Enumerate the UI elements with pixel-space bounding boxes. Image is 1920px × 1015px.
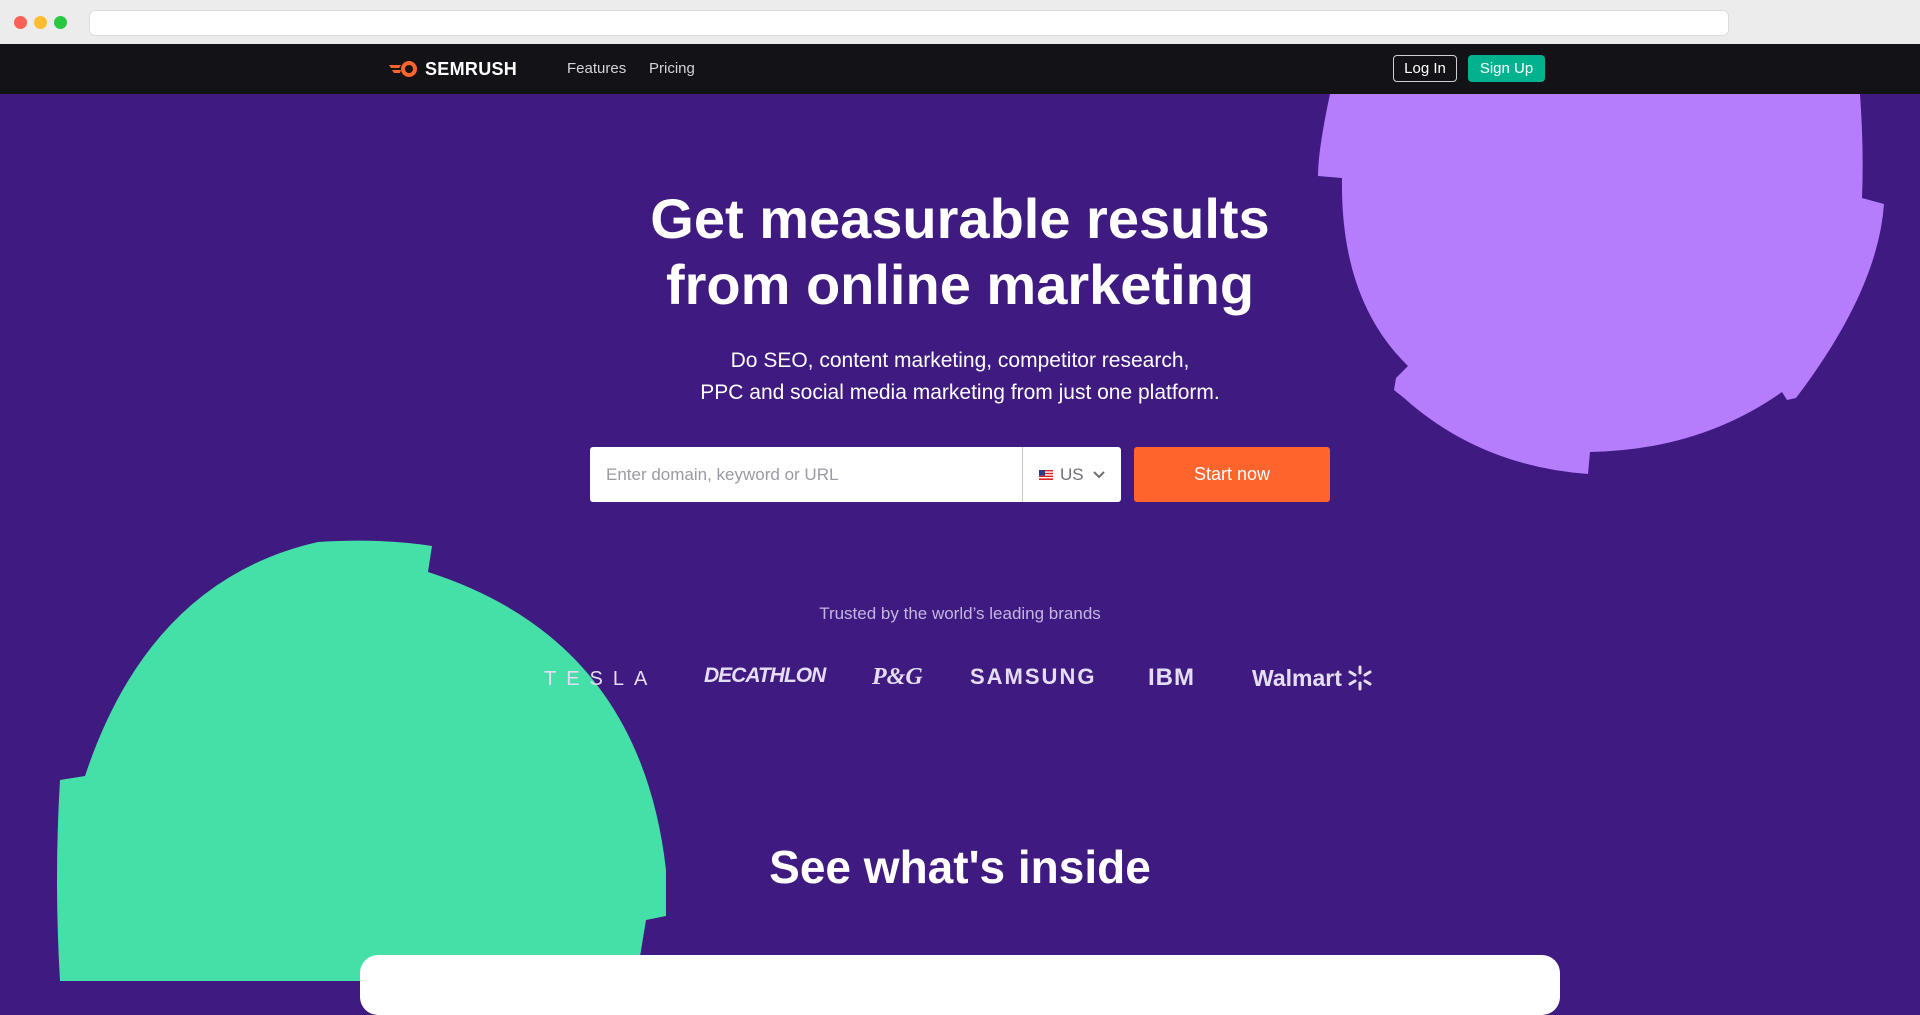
start-now-button[interactable]: Start now (1134, 447, 1330, 502)
region-value: US (1060, 464, 1084, 484)
us-flag-icon (1039, 469, 1053, 480)
brand-logo-pg: P&G (872, 664, 923, 690)
brand-logo-walmart: Walmart (1252, 664, 1374, 692)
top-nav: SEMRUSH Features Pricing Log In Sign Up (0, 44, 1920, 94)
login-button[interactable]: Log In (1393, 55, 1457, 82)
brand-logo-samsung: SAMSUNG (970, 664, 1097, 689)
hero-subtitle-line: Do SEO, content marketing, competitor re… (730, 349, 1190, 372)
walmart-text: Walmart (1252, 664, 1342, 691)
brand-logo-decathlon: DECATHLON (704, 664, 826, 687)
domain-search-input[interactable] (590, 447, 1022, 502)
purple-blob-shape (1318, 94, 1884, 474)
logo-text: SEMRUSH (425, 58, 518, 79)
section-title: See what's inside (769, 841, 1151, 893)
trusted-label: Trusted by the world’s leading brands (819, 604, 1101, 623)
walmart-spark-icon (1348, 665, 1372, 691)
nav-link-features[interactable]: Features (567, 60, 626, 77)
semrush-fire-icon (389, 61, 417, 77)
signup-button[interactable]: Sign Up (1468, 55, 1545, 82)
semrush-logo[interactable]: SEMRUSH (389, 57, 517, 81)
preview-card (360, 955, 1560, 1015)
nav-link-pricing[interactable]: Pricing (649, 60, 695, 77)
hero-subtitle: Do SEO, content marketing, competitor re… (560, 345, 1360, 409)
chevron-down-icon (1092, 470, 1105, 478)
hero-title-line: from online marketing (665, 253, 1255, 316)
green-blob-shape (57, 540, 666, 981)
hero-subtitle-line: PPC and social media marketing from just… (700, 381, 1220, 404)
region-select[interactable]: US (1022, 447, 1121, 502)
brand-logo-tesla: TESLA (544, 668, 658, 690)
brand-logo-ibm: IBM (1148, 664, 1195, 691)
hero-title: Get measurable results from online marke… (560, 186, 1360, 318)
hero-title-line: Get measurable results (650, 187, 1270, 250)
